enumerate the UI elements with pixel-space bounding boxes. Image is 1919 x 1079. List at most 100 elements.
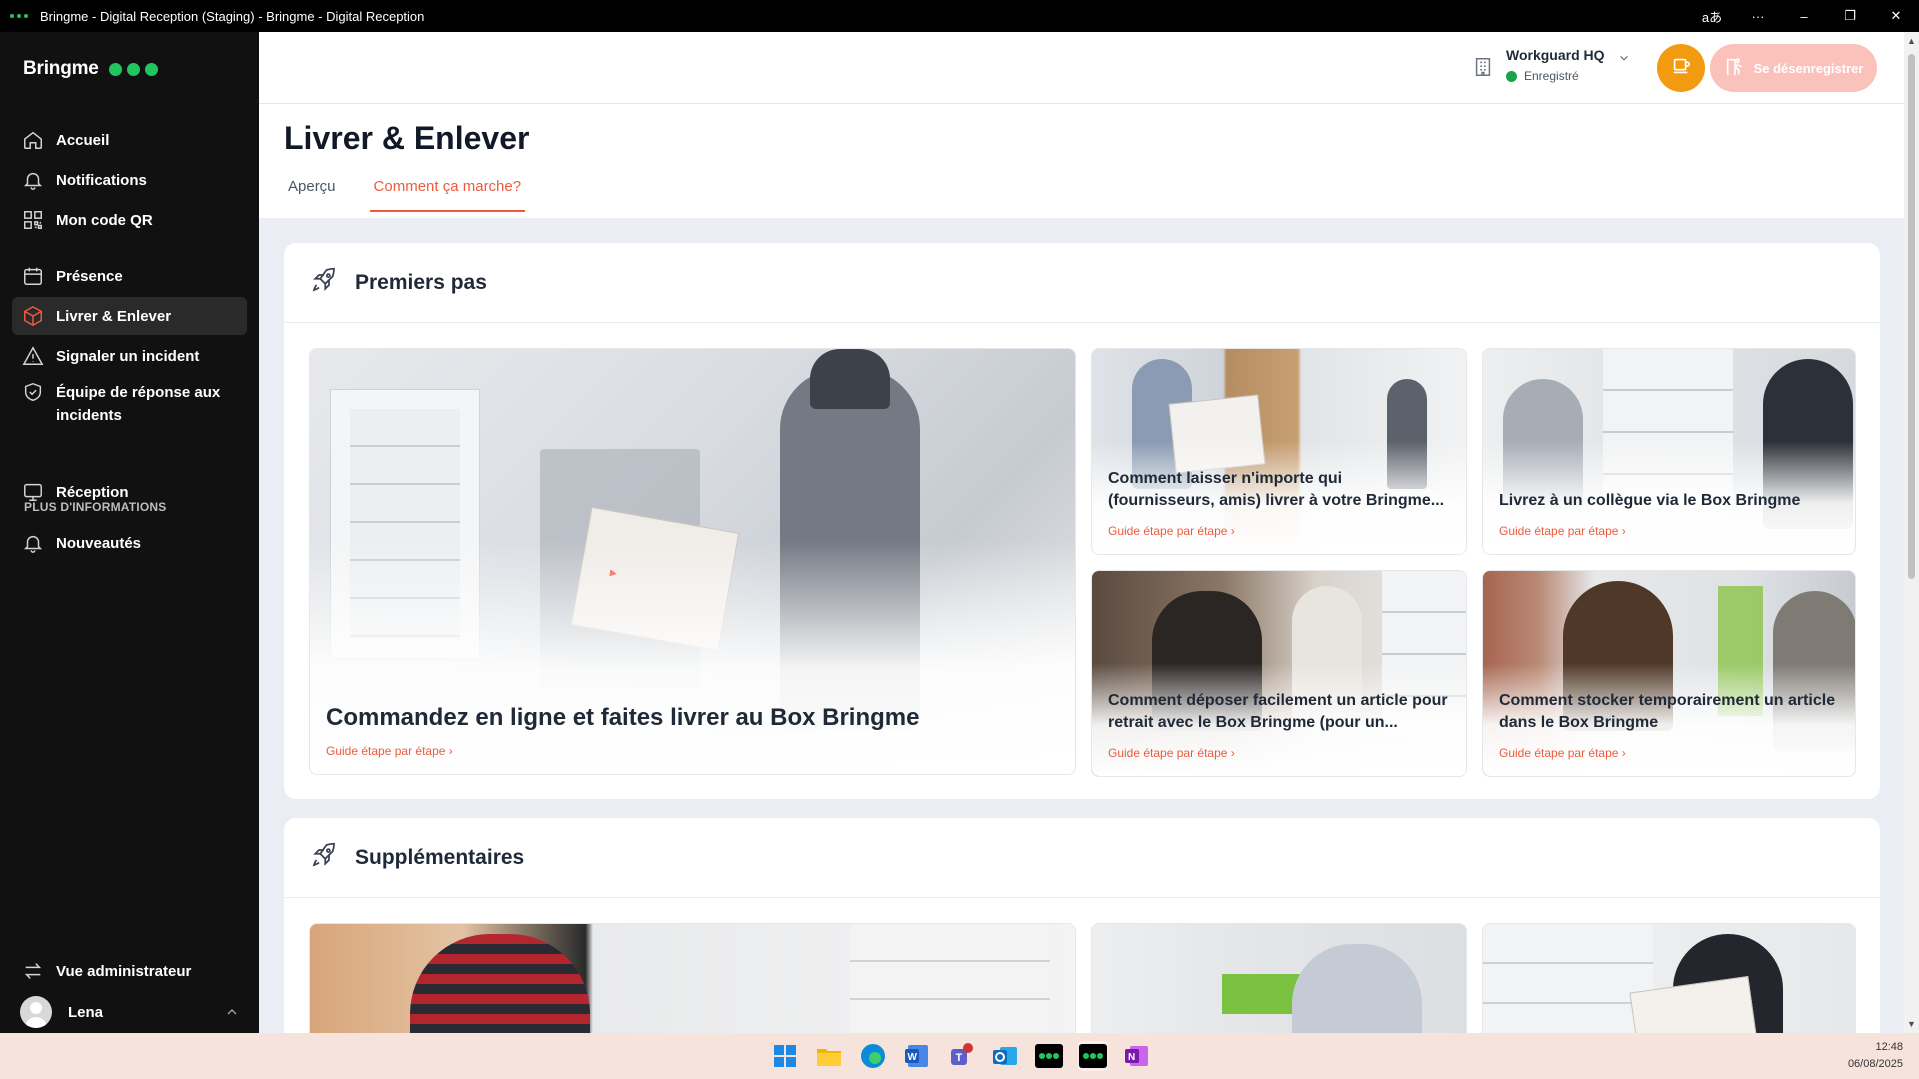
tab-comment-ca-marche[interactable]: Comment ça marche? xyxy=(369,170,526,212)
clock-time: 12:48 xyxy=(1875,1041,1903,1053)
onenote-icon[interactable]: N xyxy=(1122,1041,1152,1071)
taskbar-apps: W T N xyxy=(770,1041,1152,1071)
restore-button[interactable]: ❐ xyxy=(1827,0,1873,32)
bringme-app-icon[interactable] xyxy=(1034,1041,1064,1071)
warning-icon xyxy=(22,345,44,367)
guide-card[interactable]: ▸ Commandez en ligne et faites livrer au… xyxy=(309,348,1076,775)
home-icon xyxy=(22,129,44,151)
sidebar-item-label: Équipe de réponse aux incidents xyxy=(56,384,221,424)
svg-text:T: T xyxy=(956,1052,963,1064)
brand-dots-icon xyxy=(108,62,158,76)
guide-link[interactable]: Guide étape par étape › xyxy=(326,744,453,758)
checkout-button[interactable]: Se désenregistrer xyxy=(1710,44,1877,92)
location-status-text: Enregistré xyxy=(1524,69,1579,83)
content-area: Premiers pas ▸ Commandez en ligne et fai… xyxy=(259,218,1904,1033)
translate-button[interactable]: aあ xyxy=(1689,0,1735,32)
scroll-thumb[interactable] xyxy=(1908,54,1915,579)
word-icon[interactable]: W xyxy=(902,1041,932,1071)
sidebar-item-label: Présence xyxy=(56,267,123,285)
guide-link[interactable]: Guide étape par étape › xyxy=(1499,746,1626,760)
bringme-app-active-icon[interactable] xyxy=(1078,1041,1108,1071)
brand-name: Bringme xyxy=(23,58,99,79)
admin-view-link[interactable]: Vue administrateur xyxy=(12,952,247,990)
rocket-icon xyxy=(309,840,339,875)
walk-out-icon xyxy=(1724,56,1746,81)
sidebar-item-accueil[interactable]: Accueil xyxy=(12,121,247,159)
guide-link[interactable]: Guide étape par étape › xyxy=(1499,524,1626,538)
sidebar: Bringme Accueil Notifications Mon code Q… xyxy=(0,32,259,1033)
guide-card[interactable] xyxy=(1482,923,1856,1033)
guide-card[interactable]: Comment déposer facilement un article po… xyxy=(1091,570,1467,777)
scroll-up-arrow-icon[interactable]: ▲ xyxy=(1906,36,1917,46)
top-header: Workguard HQ Enregistré Se désenregistre… xyxy=(259,32,1904,104)
guide-link[interactable]: Guide étape par étape › xyxy=(1108,746,1235,760)
more-button[interactable]: ··· xyxy=(1735,0,1781,32)
guide-card-title: Comment laisser n'importe qui (fournisse… xyxy=(1108,470,1445,509)
guide-card[interactable]: Comment laisser n'importe qui (fournisse… xyxy=(1091,348,1467,555)
outlook-icon[interactable] xyxy=(990,1041,1020,1071)
section-title: Premiers pas xyxy=(355,270,487,294)
bell-icon xyxy=(22,169,44,191)
app-logo-icon xyxy=(10,14,28,18)
os-taskbar: W T N 12:48 06/08/2025 xyxy=(0,1033,1919,1079)
building-icon xyxy=(1472,47,1496,87)
guide-card[interactable] xyxy=(309,923,1076,1033)
sidebar-item-label: Livrer & Enlever xyxy=(56,307,172,325)
guide-link[interactable]: Guide étape par étape › xyxy=(1108,524,1235,538)
sidebar-item-label: Notifications xyxy=(56,171,147,189)
location-selector[interactable]: Workguard HQ Enregistré xyxy=(1472,47,1631,87)
edge-browser-icon[interactable] xyxy=(858,1041,888,1071)
bell-icon xyxy=(22,532,44,554)
page-title: Livrer & Enlever xyxy=(284,120,530,156)
chevron-down-icon xyxy=(1617,51,1631,87)
clock-date: 06/08/2025 xyxy=(1847,1058,1903,1070)
guide-card[interactable] xyxy=(1091,923,1467,1033)
user-menu[interactable]: Lena xyxy=(20,995,240,1029)
window-titlebar: Bringme - Digital Reception (Staging) - … xyxy=(0,0,1919,32)
sidebar-item-notifications[interactable]: Notifications xyxy=(12,161,247,199)
guide-card-title: Comment stocker temporairement un articl… xyxy=(1499,692,1836,731)
section-premiers-pas: Premiers pas ▸ Commandez en ligne et fai… xyxy=(284,243,1880,799)
close-button[interactable]: ✕ xyxy=(1873,0,1919,32)
swap-arrows-icon xyxy=(22,960,44,982)
section-title: Supplémentaires xyxy=(355,845,525,869)
location-name: Workguard HQ xyxy=(1506,47,1605,63)
sidebar-item-presence[interactable]: Présence xyxy=(12,257,247,295)
guide-card[interactable]: Comment stocker temporairement un articl… xyxy=(1482,570,1856,777)
sidebar-item-qr-code[interactable]: Mon code QR xyxy=(12,201,247,239)
sidebar-item-label: Accueil xyxy=(56,131,110,149)
chevron-up-icon xyxy=(224,1004,240,1025)
brand-logo[interactable]: Bringme xyxy=(23,58,158,80)
window-controls: aあ ··· – ❐ ✕ xyxy=(1689,0,1919,32)
sidebar-item-incident[interactable]: Signaler un incident xyxy=(12,337,247,375)
sidebar-item-livrer-enlever[interactable]: Livrer & Enlever xyxy=(12,297,247,335)
svg-text:N: N xyxy=(1128,1052,1135,1063)
status-dot-icon xyxy=(1506,70,1517,82)
sidebar-section-label: PLUS D'INFORMATIONS xyxy=(24,500,167,514)
teams-icon[interactable]: T xyxy=(946,1041,976,1071)
sidebar-item-nouveautes[interactable]: Nouveautés xyxy=(12,524,247,562)
tab-apercu[interactable]: Aperçu xyxy=(284,170,340,212)
guide-card-title: Livrez à un collègue via le Box Bringme xyxy=(1499,492,1801,509)
windows-start-icon[interactable] xyxy=(770,1041,800,1071)
qr-code-icon xyxy=(22,209,44,231)
sidebar-item-label: Signaler un incident xyxy=(56,347,200,365)
scroll-down-arrow-icon[interactable]: ▼ xyxy=(1906,1019,1917,1029)
main-content: Livrer & Enlever Aperçu Comment ça march… xyxy=(259,104,1904,1033)
minimize-button[interactable]: – xyxy=(1781,0,1827,32)
sidebar-item-incident-team[interactable]: Équipe de réponse aux incidents xyxy=(12,377,247,433)
guide-card-title: Comment déposer facilement un article po… xyxy=(1108,692,1448,731)
admin-view-label: Vue administrateur xyxy=(56,962,192,980)
coffee-cup-icon xyxy=(1670,55,1692,82)
guide-card-title: Commandez en ligne et faites livrer au B… xyxy=(326,704,920,731)
page-scrollbar[interactable]: ▲ ▼ xyxy=(1904,32,1919,1033)
file-explorer-icon[interactable] xyxy=(814,1041,844,1071)
rocket-icon xyxy=(309,265,339,300)
guide-card[interactable]: Livrez à un collègue via le Box Bringme … xyxy=(1482,348,1856,555)
calendar-icon xyxy=(22,265,44,287)
coffee-button[interactable] xyxy=(1657,44,1705,92)
taskbar-clock[interactable]: 12:48 06/08/2025 xyxy=(1848,1039,1903,1073)
user-name: Lena xyxy=(68,1003,104,1021)
section-supplementaires: Supplémentaires xyxy=(284,818,1880,1033)
window-title: Bringme - Digital Reception (Staging) - … xyxy=(40,8,425,24)
